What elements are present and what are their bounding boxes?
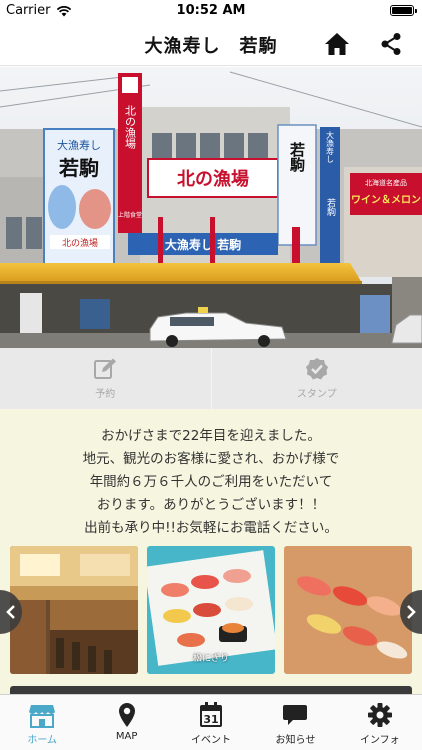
sign-far-right-main: ワイン＆メロン	[351, 194, 421, 206]
calendar-day: 31	[203, 713, 218, 726]
page-title: 大漁寿し 若駒	[144, 36, 278, 57]
sign-left-banner: 北の漁場	[62, 237, 98, 249]
chevron-right-icon	[407, 605, 416, 619]
tab-map-label: MAP	[115, 731, 138, 742]
tab-news[interactable]: お知らせ	[253, 695, 337, 750]
stamp-label: スタンプ	[296, 389, 337, 400]
status-time: 10:52 AM	[176, 3, 246, 18]
chat-bubble-icon	[283, 705, 308, 725]
tab-event[interactable]: 31 イベント	[169, 695, 253, 750]
sign-left-name: 若駒	[58, 156, 99, 180]
gallery-photo-sushi-2[interactable]	[284, 546, 412, 674]
photo-gallery: 松にぎり	[0, 546, 422, 674]
reservation-button[interactable]: 予約	[0, 348, 211, 409]
info-line: 地元、観光のお客様に愛され、おかげ様で	[82, 451, 340, 467]
info-message: おかげさまで22年目を迎えました。 地元、観光のお客様に愛され、おかげ様で 年間…	[0, 425, 422, 540]
sign-red-tag: 上階食堂	[118, 211, 142, 219]
gallery-photo-sushi-1[interactable]: 松にぎり	[147, 546, 275, 674]
map-pin-icon	[118, 703, 135, 727]
chevron-left-icon	[6, 605, 15, 619]
sign-bottom-band: 大漁寿し 若駒	[165, 237, 241, 252]
check-badge-icon	[305, 358, 328, 380]
storefront-photo: 大漁寿し 若駒 北の漁場 北の漁場 上階食堂 北の漁場 若駒 大漁寿し 若駒 北…	[0, 67, 422, 348]
nav-bar: 大漁寿し 若駒	[0, 22, 422, 66]
sign-right-blue: 大漁寿し	[326, 130, 335, 163]
sign-red-vertical: 北の漁場	[124, 105, 137, 150]
next-section-edge	[10, 686, 412, 694]
sign-far-right-top: 北海道名産品	[365, 178, 407, 187]
sign-right-blue-2: 若駒	[325, 197, 336, 217]
home-icon[interactable]	[324, 31, 350, 57]
edit-icon	[94, 358, 117, 379]
tab-bar: ホーム MAP 31 イベント お知らせ インフォ	[0, 694, 422, 750]
sign-right-panel: 若駒	[288, 141, 306, 173]
tab-info-label: インフォ	[359, 735, 400, 746]
sign-left-brand: 大漁寿し	[57, 138, 101, 152]
info-line: 出前も承り中!!お気軽にお電話ください。	[84, 520, 338, 536]
gallery-photo-interior[interactable]	[10, 546, 138, 674]
status-bar: Carrier 10:52 AM	[0, 0, 422, 22]
info-line: おります。ありがとうございます！！	[96, 497, 326, 513]
photo-caption: 松にぎり	[192, 654, 229, 664]
gear-icon	[367, 703, 392, 727]
stamp-button[interactable]: スタンプ	[210, 348, 422, 409]
tab-event-label: イベント	[191, 735, 232, 746]
tab-map[interactable]: MAP	[84, 695, 168, 750]
tab-info[interactable]: インフォ	[338, 695, 422, 750]
info-line: おかげさまで22年目を迎えました。	[101, 428, 321, 444]
calendar-icon: 31	[200, 702, 223, 727]
tab-news-label: お知らせ	[275, 735, 316, 746]
reservation-label: 予約	[95, 389, 116, 400]
shop-icon	[29, 705, 56, 728]
sign-center-big: 北の漁場	[177, 168, 249, 190]
tab-home[interactable]: ホーム	[0, 695, 84, 750]
battery-icon	[390, 5, 417, 16]
action-bar: 予約 スタンプ	[0, 348, 422, 409]
share-icon[interactable]	[380, 32, 402, 56]
tab-home-label: ホーム	[27, 735, 58, 746]
info-line: 年間約６万６千人のご利用をいただいて	[89, 474, 333, 490]
